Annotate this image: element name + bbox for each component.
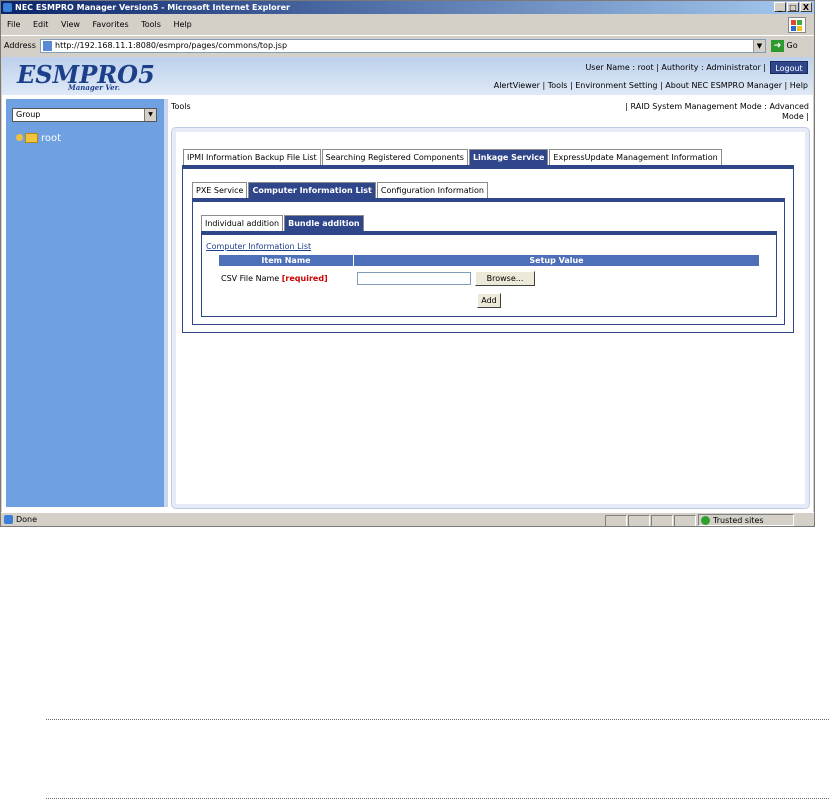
status-done-label: Done (16, 515, 38, 524)
tab-ipmi-backup[interactable]: IPMI Information Backup File List (183, 149, 321, 166)
trusted-sites-icon (701, 516, 710, 525)
group-select[interactable]: Group ▼ (12, 108, 157, 122)
tab-searching-components[interactable]: Searching Registered Components (321, 149, 468, 166)
table-header: Item Name Setup Value (219, 255, 759, 266)
tab-configuration-information[interactable]: Configuration Information (376, 182, 488, 199)
raid-mode-line1: | RAID System Management Mode : Advanced (625, 102, 809, 111)
tab-individual-addition[interactable]: Individual addition (201, 215, 284, 232)
sidebar: Group ▼ root (6, 99, 164, 507)
title-bar: NEC ESMPRO Manager Version5 - Microsoft … (1, 1, 814, 14)
menu-bar: File Edit View Favorites Tools Help (1, 15, 814, 34)
window-title: NEC ESMPRO Manager Version5 - Microsoft … (15, 3, 290, 12)
raid-mode-text: | RAID System Management Mode : Advanced… (625, 102, 809, 122)
header-item-name: Item Name (219, 255, 354, 266)
tree-root-label: root (41, 133, 62, 144)
tab-computer-information-list[interactable]: Computer Information List (248, 182, 376, 199)
zone-label: Trusted sites (713, 516, 764, 525)
dotted-divider (46, 798, 829, 799)
status-cells (605, 515, 697, 526)
user-info: User Name : root | Authority : Administr… (585, 63, 766, 72)
address-bar: Address http://192.168.11.1:8080/esmpro/… (1, 35, 814, 58)
csv-file-input[interactable] (357, 272, 471, 285)
page-icon (43, 41, 52, 51)
status-bar: Done Trusted sites (1, 512, 814, 526)
tree-item-root[interactable]: root (16, 133, 61, 144)
page-done-icon (4, 515, 13, 524)
app-header: ESMPRO5 Manager Ver. User Name : root | … (2, 57, 813, 95)
tabs-level2: PXE Service Computer Information List Co… (192, 182, 489, 199)
expand-icon[interactable] (16, 134, 23, 141)
logout-button[interactable]: Logout (770, 61, 808, 74)
menu-help[interactable]: Help (173, 20, 191, 29)
raid-mode-line2: Mode | (781, 112, 809, 121)
menu-edit[interactable]: Edit (33, 20, 49, 29)
minimize-button[interactable]: _ (774, 2, 786, 12)
tab-bundle-addition[interactable]: Bundle addition (284, 215, 364, 232)
menu-view[interactable]: View (61, 20, 80, 29)
go-arrow-icon: ➜ (771, 39, 784, 52)
chevron-down-icon[interactable]: ▼ (144, 109, 156, 121)
address-label: Address (4, 41, 36, 50)
tab-expressupdate[interactable]: ExpressUpdate Management Information (549, 149, 722, 166)
required-marker: [required] (281, 274, 328, 283)
page-title: Tools (171, 102, 191, 111)
header-links[interactable]: AlertViewer | Tools | Environment Settin… (494, 81, 808, 90)
browser-window: NEC ESMPRO Manager Version5 - Microsoft … (0, 0, 815, 527)
csv-file-name-label: CSV File Name [required] (221, 274, 328, 283)
tab-linkage-service[interactable]: Linkage Service (468, 149, 549, 166)
security-zone: Trusted sites (698, 514, 794, 526)
group-select-value: Group (16, 110, 41, 119)
menu-file[interactable]: File (7, 20, 20, 29)
add-button[interactable]: Add (477, 293, 501, 308)
browse-button[interactable]: Browse... (475, 271, 535, 286)
menu-favorites[interactable]: Favorites (93, 20, 129, 29)
address-url: http://192.168.11.1:8080/esmpro/pages/co… (55, 41, 288, 50)
maximize-button[interactable]: □ (787, 2, 799, 12)
menu-tools[interactable]: Tools (141, 20, 161, 29)
tabs-level3: Individual addition Bundle addition (201, 215, 365, 232)
sidebar-splitter[interactable] (164, 99, 168, 507)
go-button[interactable]: ➜ Go (771, 39, 798, 53)
go-label: Go (786, 41, 798, 50)
dotted-divider (46, 719, 829, 720)
close-button[interactable]: X (800, 2, 812, 12)
tab-pxe-service[interactable]: PXE Service (192, 182, 248, 199)
csv-label-text: CSV File Name (221, 274, 280, 283)
windows-logo-icon (788, 17, 806, 33)
header-setup-value: Setup Value (529, 256, 584, 265)
tabs-level1: IPMI Information Backup File List Search… (183, 149, 723, 166)
chevron-down-icon[interactable]: ▼ (753, 40, 765, 52)
logo-subtitle: Manager Ver. (68, 83, 121, 92)
folder-icon (25, 133, 38, 143)
computer-information-list-link[interactable]: Computer Information List (206, 242, 311, 251)
status-text: Done (4, 515, 37, 524)
address-input[interactable]: http://192.168.11.1:8080/esmpro/pages/co… (40, 39, 766, 53)
ie-icon (3, 3, 12, 12)
